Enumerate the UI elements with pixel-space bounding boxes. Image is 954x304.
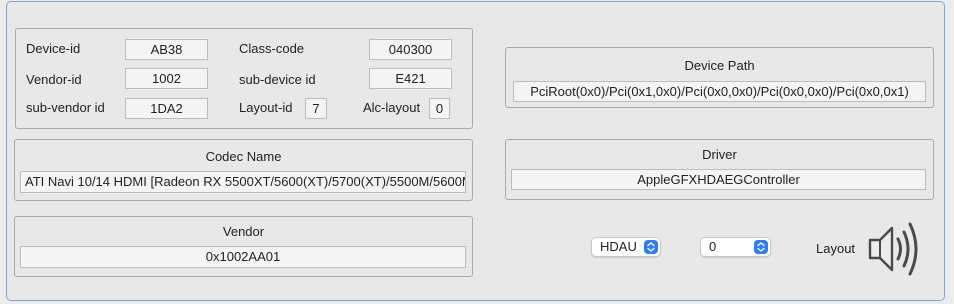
- driver-title: Driver: [702, 147, 737, 162]
- vendor-id-label: Vendor-id: [26, 72, 82, 87]
- driver-field[interactable]: AppleGFXHDAEGController: [511, 169, 926, 190]
- device-select-value: HDAU: [600, 239, 637, 254]
- chevron-up-down-icon: [644, 240, 658, 254]
- layout-id-field[interactable]: 7: [305, 98, 327, 119]
- vendor-id-field[interactable]: 1002: [125, 68, 208, 89]
- subvendor-id-field[interactable]: 1DA2: [125, 98, 208, 119]
- ids-group: Device-id AB38 Vendor-id 1002 sub-vendor…: [15, 28, 473, 129]
- device-id-field[interactable]: AB38: [125, 39, 208, 60]
- codec-name-field[interactable]: ATI Navi 10/14 HDMI [Radeon RX 5500XT/56…: [20, 171, 466, 193]
- layout-select[interactable]: 0: [700, 237, 771, 257]
- device-select[interactable]: HDAU: [591, 237, 661, 257]
- audio-info-panel: Device-id AB38 Vendor-id 1002 sub-vendor…: [6, 1, 945, 301]
- chevron-up-down-icon: [754, 240, 768, 254]
- layout-id-label: Layout-id: [239, 100, 293, 115]
- alc-layout-field[interactable]: 0: [429, 98, 450, 119]
- codec-name-group: Codec Name ATI Navi 10/14 HDMI [Radeon R…: [14, 139, 473, 201]
- class-code-field[interactable]: 040300: [369, 39, 452, 60]
- subdevice-id-field[interactable]: E421: [369, 68, 452, 89]
- subdevice-id-label: sub-device id: [239, 72, 316, 87]
- alc-layout-label: Alc-layout: [363, 100, 421, 115]
- speaker-volume-icon[interactable]: [867, 218, 929, 280]
- subvendor-id-label: sub-vendor id: [26, 100, 105, 115]
- codec-name-title: Codec Name: [205, 149, 282, 164]
- vendor-field[interactable]: 0x1002AA01: [20, 246, 466, 268]
- device-id-label: Device-id: [26, 41, 81, 56]
- driver-group: Driver AppleGFXHDAEGController: [505, 139, 934, 200]
- device-path-title: Device Path: [684, 58, 755, 73]
- layout-select-value: 0: [709, 239, 717, 254]
- class-code-label: Class-code: [239, 41, 305, 56]
- layout-label: Layout: [816, 241, 856, 256]
- device-path-field[interactable]: PciRoot(0x0)/Pci(0x1,0x0)/Pci(0x0,0x0)/P…: [513, 81, 926, 102]
- vendor-title: Vendor: [222, 224, 265, 239]
- device-path-group: Device Path PciRoot(0x0)/Pci(0x1,0x0)/Pc…: [505, 47, 934, 108]
- vendor-group: Vendor 0x1002AA01: [14, 216, 473, 277]
